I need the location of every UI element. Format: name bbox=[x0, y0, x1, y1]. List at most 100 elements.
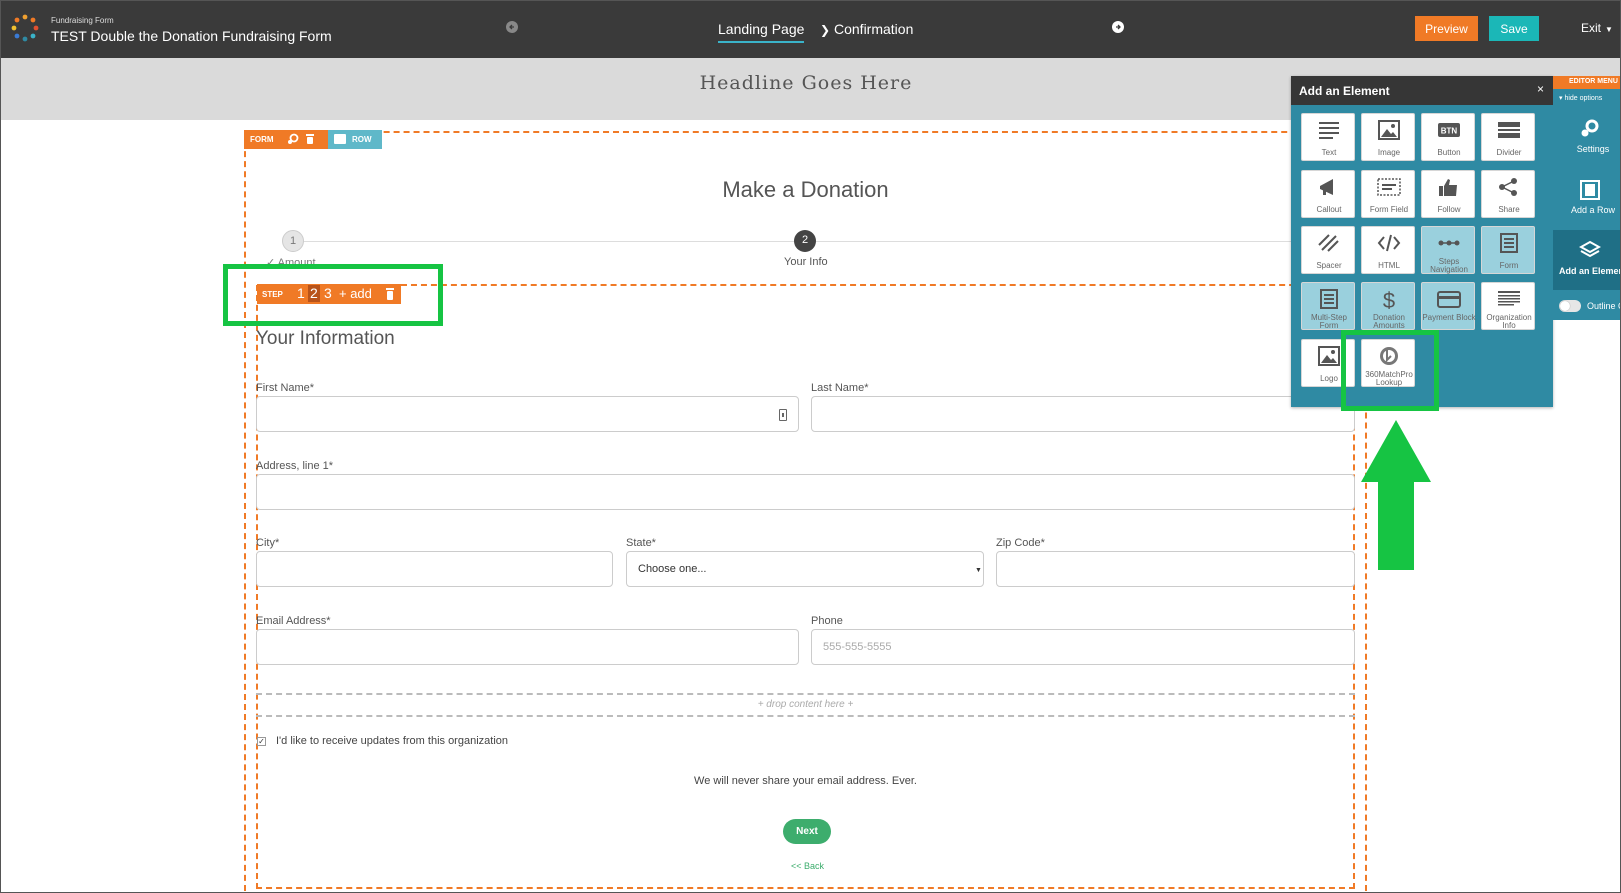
thumbs-up-icon bbox=[1439, 179, 1457, 196]
back-link[interactable]: << Back bbox=[791, 861, 824, 871]
megaphone-icon bbox=[1320, 179, 1333, 195]
tab-landing-page[interactable]: Landing Page bbox=[718, 21, 805, 43]
element-tile-text[interactable]: Text bbox=[1301, 113, 1355, 161]
address-input[interactable] bbox=[256, 474, 1355, 510]
element-tile-steps-navigation[interactable]: Steps Navigation bbox=[1421, 226, 1475, 274]
settings-label: Settings bbox=[1576, 144, 1610, 154]
element-tile-label: Spacer bbox=[1316, 261, 1342, 270]
next-page-button[interactable] bbox=[1112, 21, 1124, 33]
element-tile-multi-step-form[interactable]: Multi-Step Form bbox=[1301, 282, 1355, 330]
chevron-down-icon: ▼ bbox=[1605, 25, 1613, 34]
element-tile-divider[interactable]: Divider bbox=[1481, 113, 1535, 161]
app-subtitle: Fundraising Form bbox=[51, 16, 114, 25]
editor-menu: EDITOR MENU ▾ hide options Settings Add … bbox=[1553, 76, 1620, 320]
arrow-right-icon bbox=[1116, 24, 1121, 30]
updates-checkbox[interactable]: ✓ bbox=[257, 737, 266, 746]
section-title: Your Information bbox=[256, 328, 395, 349]
element-tile-form-field[interactable]: Form Field bbox=[1361, 170, 1415, 218]
element-tile-label: Organization Info bbox=[1486, 313, 1532, 330]
city-input[interactable] bbox=[256, 551, 613, 587]
element-tile-label: Button bbox=[1437, 148, 1461, 157]
trash-icon[interactable] bbox=[304, 133, 316, 145]
state-select[interactable]: Choose one... bbox=[626, 551, 984, 587]
element-tile-label: Follow bbox=[1437, 205, 1461, 214]
step-container-top-border bbox=[401, 284, 1355, 286]
form-tag-label: FORM bbox=[250, 135, 274, 144]
last-name-label: Last Name* bbox=[811, 382, 869, 394]
element-tile-callout[interactable]: Callout bbox=[1301, 170, 1355, 218]
exit-label: Exit bbox=[1581, 21, 1602, 35]
tab-confirmation[interactable]: Confirmation bbox=[834, 21, 913, 37]
element-tile-button[interactable]: BTN Button bbox=[1421, 113, 1475, 161]
row-toolbar[interactable]: ROW bbox=[328, 130, 382, 149]
outline-toggle[interactable] bbox=[1559, 300, 1581, 312]
form-toolbar[interactable]: FORM bbox=[244, 130, 328, 149]
element-tile-label: Steps Navigation bbox=[1430, 257, 1468, 274]
element-tile-html[interactable]: HTML bbox=[1361, 226, 1415, 274]
text-icon bbox=[1319, 122, 1339, 139]
element-tile-label: Divider bbox=[1496, 148, 1522, 157]
element-tile-image[interactable]: Image bbox=[1361, 113, 1415, 161]
element-tile-share[interactable]: Share bbox=[1481, 170, 1535, 218]
editor-menu-settings[interactable]: Settings bbox=[1553, 108, 1620, 168]
element-tile-organization-info[interactable]: Organization Info bbox=[1481, 282, 1535, 330]
btn-icon-text: BTN bbox=[1441, 127, 1458, 136]
form-title[interactable]: Make a Donation bbox=[244, 177, 1367, 203]
logo-icon bbox=[1318, 346, 1340, 366]
zip-input[interactable] bbox=[996, 551, 1355, 587]
hide-options-toggle[interactable]: ▾ hide options bbox=[1559, 94, 1602, 102]
layers-icon bbox=[1579, 240, 1601, 258]
element-tile-payment-block[interactable]: Payment Block bbox=[1421, 282, 1476, 330]
element-tile-follow[interactable]: Follow bbox=[1421, 170, 1475, 218]
last-name-input[interactable] bbox=[811, 396, 1355, 432]
first-name-input[interactable] bbox=[256, 396, 799, 432]
phone-input[interactable]: 555-555-5555 bbox=[811, 629, 1355, 665]
gear-icon[interactable] bbox=[287, 133, 299, 145]
dollar-icon: $ bbox=[1383, 289, 1395, 309]
form-icon bbox=[1500, 233, 1518, 253]
element-tile-label: Callout bbox=[1316, 205, 1342, 214]
arrow-left-icon bbox=[509, 24, 514, 30]
drop-content-zone[interactable]: + drop content here + bbox=[256, 693, 1355, 717]
city-label: City* bbox=[256, 537, 280, 549]
element-tile-label: HTML bbox=[1378, 261, 1400, 270]
step-1-indicator[interactable]: 1 bbox=[282, 230, 304, 252]
step-toolbar-highlight bbox=[223, 264, 443, 326]
previous-page-button[interactable] bbox=[506, 21, 518, 33]
email-input[interactable] bbox=[256, 629, 799, 665]
element-tile-spacer[interactable]: Spacer bbox=[1301, 226, 1355, 274]
address-label: Address, line 1* bbox=[256, 460, 334, 472]
outline-label: Outline Off bbox=[1587, 301, 1620, 311]
save-button[interactable]: Save bbox=[1489, 16, 1539, 41]
multistep-icon bbox=[1320, 289, 1338, 309]
outline-row: Outline Off bbox=[1553, 292, 1620, 320]
add-row-label: Add a Row bbox=[1570, 205, 1616, 215]
code-icon bbox=[1377, 234, 1401, 252]
gear-icon bbox=[1581, 119, 1599, 137]
element-tile-label: Form bbox=[1499, 261, 1519, 270]
share-icon bbox=[1499, 178, 1517, 196]
first-name-label: First Name* bbox=[256, 382, 315, 394]
element-tile-form[interactable]: Form bbox=[1481, 226, 1535, 274]
next-button[interactable]: Next bbox=[783, 819, 831, 844]
element-tile-label: Text bbox=[1321, 148, 1337, 157]
tab-separator: ❯ bbox=[820, 23, 831, 37]
svg-text:$: $ bbox=[1383, 289, 1395, 309]
step-2-indicator[interactable]: 2 bbox=[794, 230, 816, 252]
form-field-icon bbox=[1377, 178, 1401, 196]
logo-icon bbox=[11, 14, 39, 42]
element-tile-label: Image bbox=[1377, 148, 1401, 157]
editor-screen: Fundraising Form TEST Double the Donatio… bbox=[0, 0, 1621, 893]
card-icon bbox=[1437, 291, 1461, 308]
exit-button[interactable]: Exit ▼ bbox=[1581, 21, 1613, 35]
spacer-icon bbox=[1318, 234, 1339, 252]
element-tile-label: Form Field bbox=[1369, 205, 1409, 214]
element-tile-label: Share bbox=[1498, 205, 1520, 214]
editor-menu-add-row[interactable]: Add a Row bbox=[1553, 169, 1620, 229]
element-tile-donation-amounts[interactable]: $ Donation Amounts bbox=[1361, 282, 1415, 330]
updates-label: I'd like to receive updates from this or… bbox=[276, 735, 508, 747]
email-label: Email Address* bbox=[256, 615, 331, 627]
preview-button[interactable]: Preview bbox=[1415, 16, 1478, 41]
editor-menu-add-element[interactable]: Add an Element bbox=[1553, 230, 1620, 290]
close-icon[interactable]: × bbox=[1537, 82, 1544, 96]
